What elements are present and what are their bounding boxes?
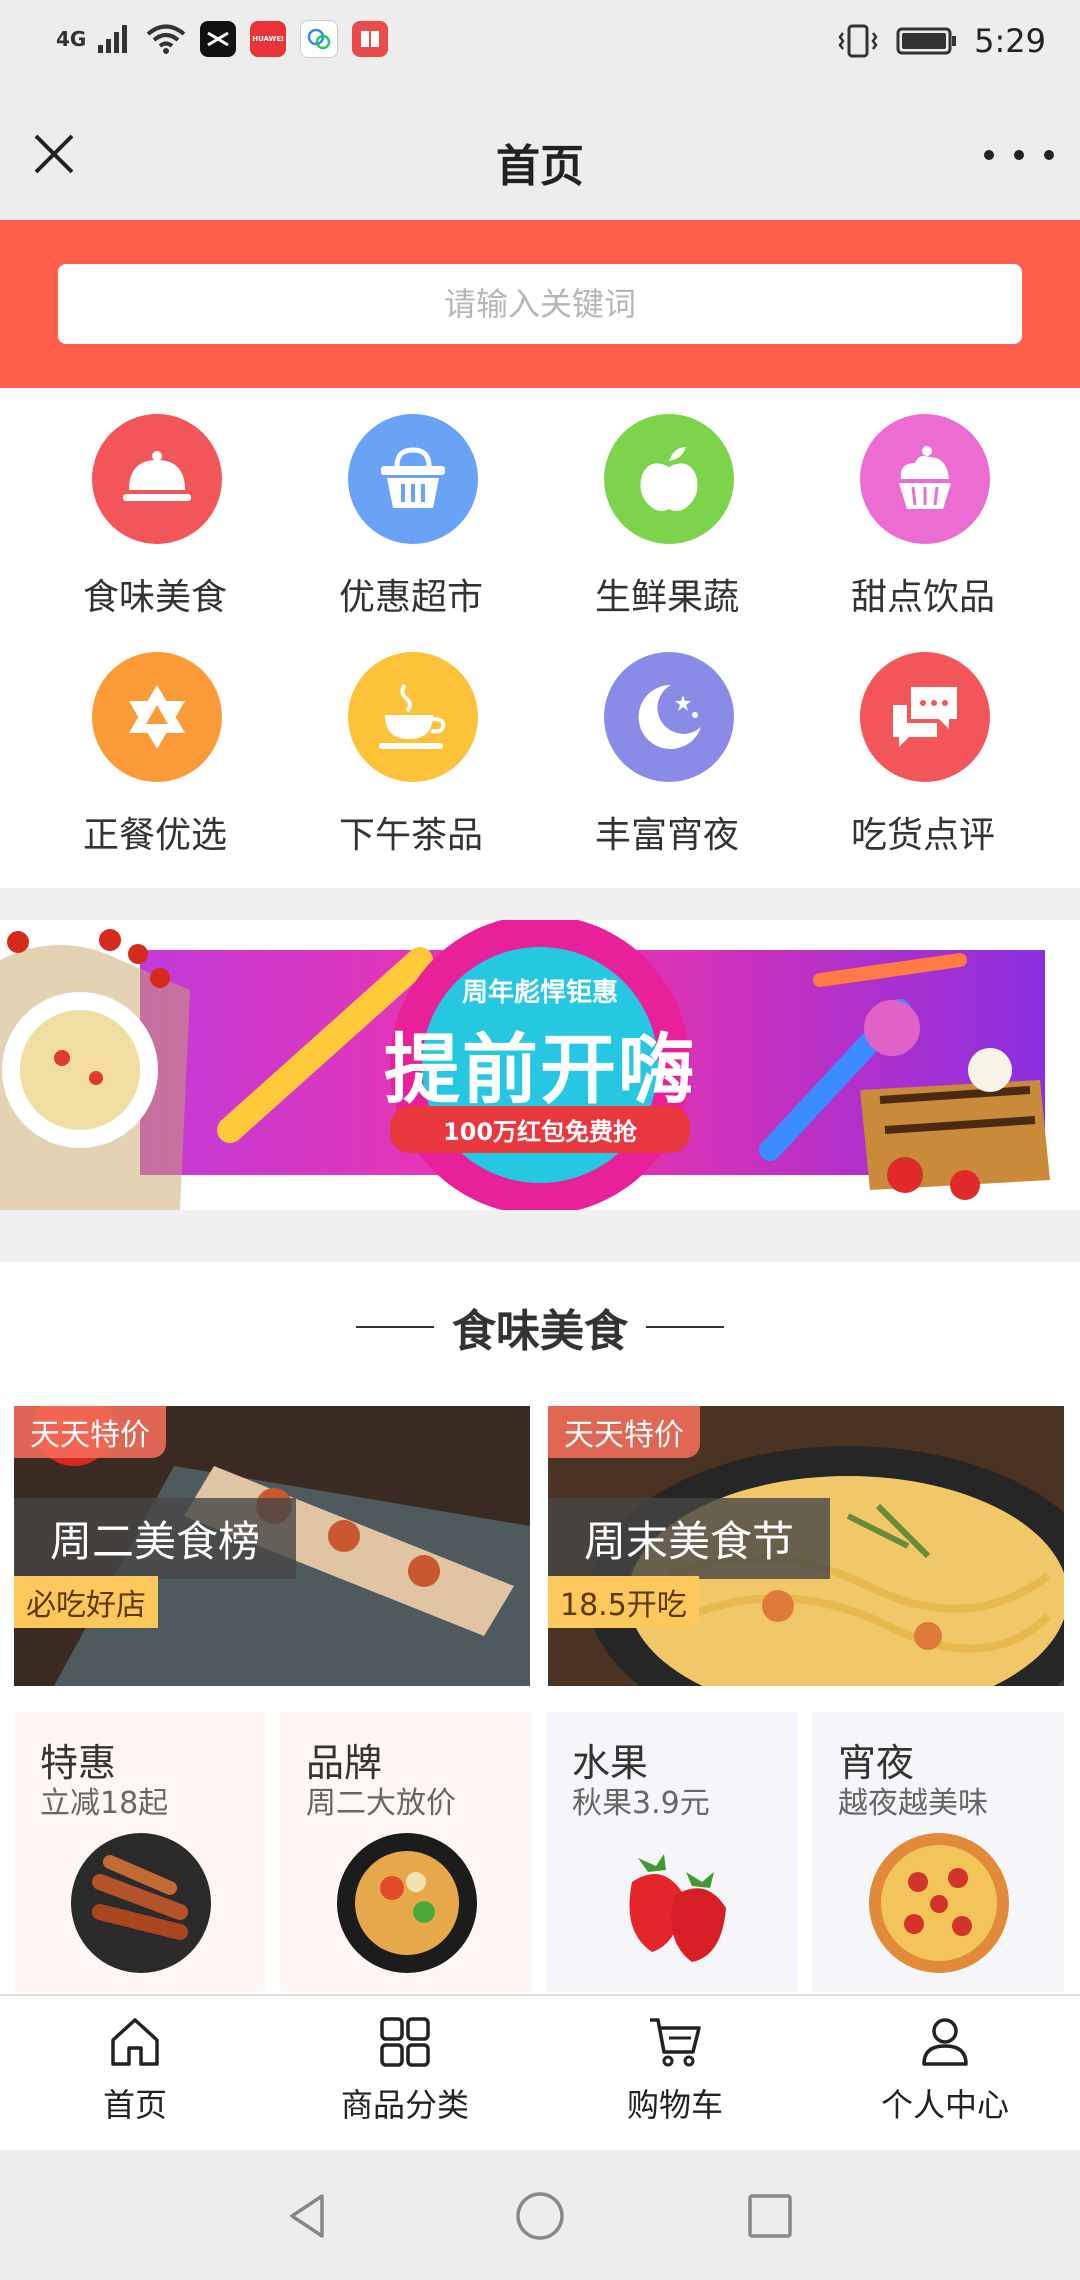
tab-label: 个人中心 xyxy=(880,2086,1009,2124)
category-grid: 食味美食 优惠超市 生鲜果蔬 甜点饮品 正餐优选 下午茶品 丰富宵夜 吃货点评 xyxy=(0,388,1080,888)
section-line-right xyxy=(646,1326,724,1328)
signal-icon xyxy=(98,25,127,53)
section-divider xyxy=(0,888,1080,920)
chat-bubbles-icon xyxy=(860,652,990,782)
category-item-food[interactable]: 食味美食 xyxy=(20,388,290,628)
strawberries-icon xyxy=(629,1854,726,1962)
card-brand[interactable]: 品牌 周二大放价 xyxy=(280,1712,532,1992)
card-subtitle: 秋果3.9元 xyxy=(572,1786,710,1821)
category-item-dessert[interactable]: 甜点饮品 xyxy=(788,388,1058,628)
recents-square-icon[interactable] xyxy=(742,2188,798,2244)
food-cover-icon xyxy=(92,414,222,544)
search-area xyxy=(0,220,1080,388)
card-special[interactable]: 特惠 立减18起 xyxy=(14,1712,266,1992)
tea-cup-icon xyxy=(348,652,478,782)
star-of-david-icon xyxy=(92,652,222,782)
status-left: 4G HUAWEI xyxy=(56,20,388,58)
tab-profile[interactable]: 个人中心 xyxy=(810,2014,1080,2134)
wifi-icon xyxy=(146,24,186,54)
promo-subtitle: 18.5开吃 xyxy=(548,1576,699,1628)
search-input[interactable] xyxy=(58,264,1022,344)
category-label: 生鲜果蔬 xyxy=(594,577,739,618)
card-subtitle: 越夜越美味 xyxy=(838,1786,988,1821)
grid-icon xyxy=(380,2017,430,2067)
category-label: 吃货点评 xyxy=(850,815,995,856)
promo-name: 周末美食节 xyxy=(548,1498,831,1579)
category-item-late-night[interactable]: 丰富宵夜 xyxy=(532,626,802,866)
tab-cart[interactable]: 购物车 xyxy=(540,2014,810,2134)
banner-headline: 提前开嗨 xyxy=(384,1025,696,1114)
status-right: 5:29 xyxy=(836,22,1046,60)
system-nav-bar xyxy=(0,2150,1080,2280)
promo-card-tuesday[interactable]: 天天特价 周二美食榜 必吃好店 xyxy=(14,1406,530,1686)
promo-tag: 天天特价 xyxy=(548,1406,700,1458)
title-bar: 首页 xyxy=(0,90,1080,220)
apple-icon xyxy=(604,414,734,544)
cart-icon xyxy=(650,2018,701,2067)
section-title: 食味美食 xyxy=(452,1306,628,1357)
category-label: 优惠超市 xyxy=(338,577,483,618)
clock: 5:29 xyxy=(974,22,1046,60)
category-label: 丰富宵夜 xyxy=(594,815,739,856)
tab-label: 首页 xyxy=(102,2086,167,2124)
promo-subtitle: 必吃好店 xyxy=(14,1576,158,1628)
card-subtitle: 立减18起 xyxy=(40,1786,169,1821)
promo-banner[interactable]: 周年彪悍钜惠 提前开嗨 100万红包免费抢 xyxy=(0,920,1080,1210)
basket-icon xyxy=(348,414,478,544)
category-label: 下午茶品 xyxy=(338,815,483,856)
category-item-meal[interactable]: 正餐优选 xyxy=(20,626,290,866)
noodle-bowl-icon xyxy=(337,1833,477,1973)
banner-kicker: 周年彪悍钜惠 xyxy=(461,978,618,1008)
section-line-left xyxy=(356,1326,434,1328)
category-item-fresh[interactable]: 生鲜果蔬 xyxy=(532,388,802,628)
person-icon xyxy=(922,2018,968,2066)
home-icon xyxy=(111,2018,159,2066)
card-late-night[interactable]: 宵夜 越夜越美味 xyxy=(812,1712,1064,1992)
book-app-icon xyxy=(352,21,388,57)
more-dot-icon xyxy=(984,150,994,160)
huawei-app-label: HUAWEI xyxy=(252,35,284,43)
more-dot-icon xyxy=(1014,150,1024,160)
tab-categories[interactable]: 商品分类 xyxy=(270,2014,540,2134)
category-label: 食味美食 xyxy=(82,577,227,618)
chat-app-icon xyxy=(300,20,338,58)
tab-label: 商品分类 xyxy=(340,2086,469,2124)
pizza-icon xyxy=(869,1833,1009,1973)
card-subtitle: 周二大放价 xyxy=(306,1786,456,1821)
back-triangle-icon[interactable] xyxy=(280,2188,336,2244)
vibrate-icon xyxy=(838,24,878,58)
promo-card-weekend[interactable]: 天天特价 周末美食节 18.5开吃 xyxy=(548,1406,1064,1686)
promo-tag: 天天特价 xyxy=(14,1406,166,1458)
battery-icon xyxy=(896,27,957,55)
promo-name: 周二美食榜 xyxy=(14,1498,297,1579)
cupcake-icon xyxy=(860,414,990,544)
tab-home[interactable]: 首页 xyxy=(0,2014,270,2134)
category-item-reviews[interactable]: 吃货点评 xyxy=(788,626,1058,866)
section-header: 食味美食 xyxy=(0,1262,1080,1392)
moon-icon xyxy=(604,652,734,782)
grilled-sausage-plate-icon xyxy=(71,1833,211,1973)
page-title: 首页 xyxy=(496,141,584,192)
status-bar: 4G HUAWEI 5:29 xyxy=(0,0,1080,90)
home-circle-icon[interactable] xyxy=(512,2188,568,2244)
banner-ribbon: 100万红包免费抢 xyxy=(390,1106,690,1153)
network-type: 4G xyxy=(56,27,87,51)
category-item-afternoon-tea[interactable]: 下午茶品 xyxy=(276,626,546,866)
section-divider xyxy=(0,1210,1080,1262)
category-label: 正餐优选 xyxy=(82,815,227,856)
category-label: 甜点饮品 xyxy=(850,577,995,618)
capcut-app-icon xyxy=(200,21,236,57)
huawei-app-icon: HUAWEI xyxy=(250,21,286,57)
category-item-supermarket[interactable]: 优惠超市 xyxy=(276,388,546,628)
tab-label: 购物车 xyxy=(626,2086,723,2124)
bottom-tab-bar: 首页 商品分类 购物车 个人中心 xyxy=(0,1994,1080,2152)
more-button[interactable] xyxy=(984,130,1054,180)
more-dot-icon xyxy=(1044,150,1054,160)
card-fruit[interactable]: 水果 秋果3.9元 xyxy=(546,1712,798,1992)
